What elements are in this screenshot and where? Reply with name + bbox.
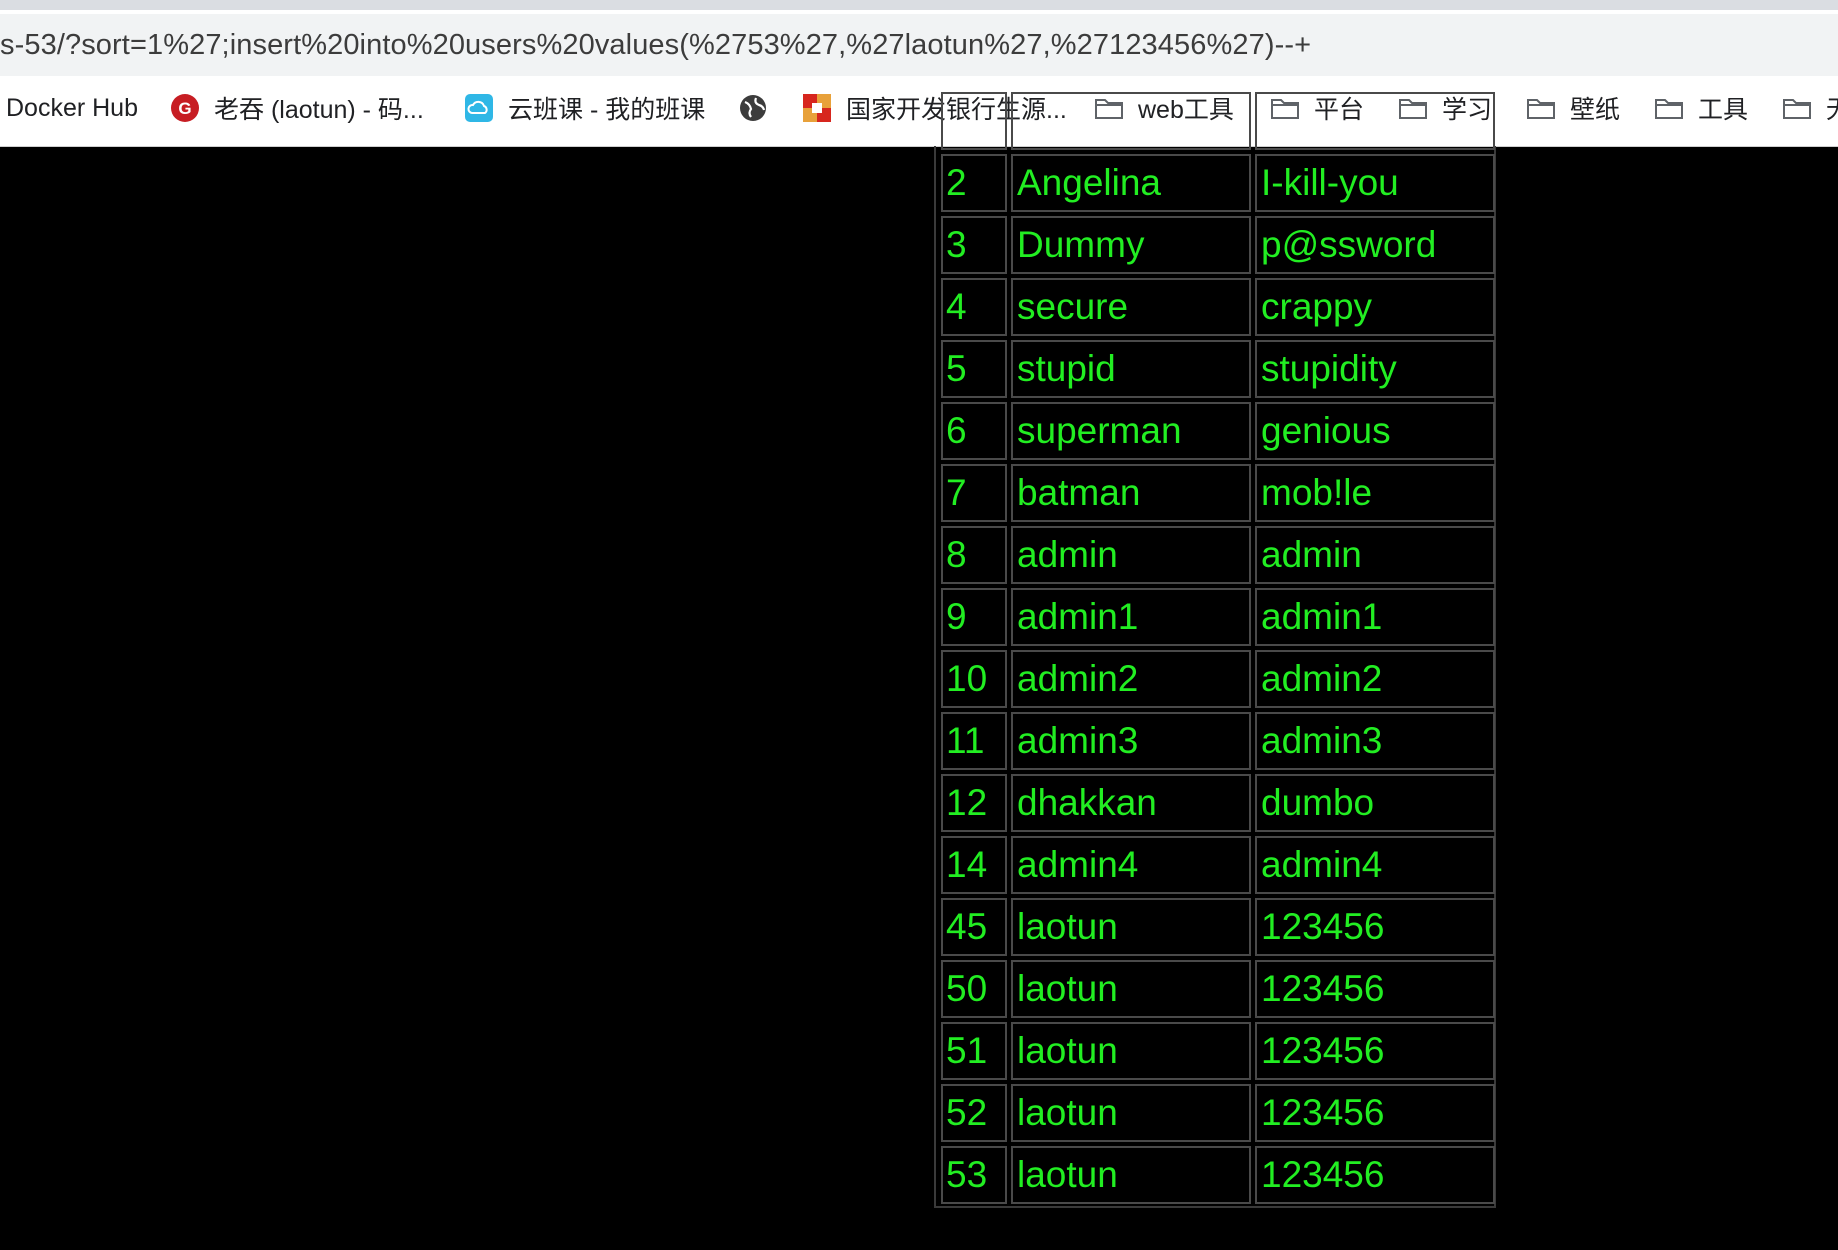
- cell-username: Angelina: [1011, 154, 1251, 212]
- cell-id: 3: [941, 216, 1007, 274]
- cell-password: admin4: [1255, 836, 1495, 894]
- cell-username: batman: [1011, 464, 1251, 522]
- bookmark-label: 无: [1826, 90, 1838, 126]
- bookmark-folder-wallpaper[interactable]: 壁纸: [1526, 86, 1620, 130]
- address-bar[interactable]: s-53/?sort=1%27;insert%20into%20users%20…: [0, 14, 1838, 76]
- address-url[interactable]: s-53/?sort=1%27;insert%20into%20users%20…: [0, 14, 1311, 76]
- globe-icon: [738, 93, 768, 123]
- cell-password: stupidity: [1255, 340, 1495, 398]
- cell-id: 4: [941, 278, 1007, 336]
- cell-password: mob!le: [1255, 464, 1495, 522]
- bookmark-label: 工具: [1698, 96, 1749, 124]
- cell-password: 123456: [1255, 1084, 1495, 1142]
- cell-id: 11: [941, 712, 1007, 770]
- cell-id: 50: [941, 960, 1007, 1018]
- tab-strip: [0, 0, 1838, 10]
- cell-username: laotun: [1011, 1146, 1251, 1204]
- cell-password: genious: [1255, 402, 1495, 460]
- cell-id: 2: [941, 154, 1007, 212]
- cell-id: 5: [941, 340, 1007, 398]
- bookmark-label: 壁纸: [1570, 96, 1621, 124]
- cell-id: 45: [941, 898, 1007, 956]
- bookmark-globe[interactable]: [738, 86, 782, 130]
- cell-clipped: [941, 92, 1007, 150]
- cell-clipped: [1011, 92, 1251, 150]
- cell-username: superman: [1011, 402, 1251, 460]
- cell-username: admin4: [1011, 836, 1251, 894]
- bookmark-label: 云班课 - 我的班课: [508, 96, 706, 124]
- users-table: 2 Angelina I-kill-you 3 Dummy p@ssword 4 secure…: [934, 92, 1496, 1208]
- bookmark-label: 老吞 (laotun) - 码...: [214, 96, 424, 124]
- cloud-icon: [464, 93, 494, 123]
- cell-id: 9: [941, 588, 1007, 646]
- cell-username: admin2: [1011, 650, 1251, 708]
- cell-password: crappy: [1255, 278, 1495, 336]
- cell-username: secure: [1011, 278, 1251, 336]
- cell-username: stupid: [1011, 340, 1251, 398]
- bookmark-folder-more[interactable]: 无: [1782, 86, 1838, 130]
- cell-id: 51: [941, 1022, 1007, 1080]
- folder-icon: [1654, 93, 1684, 123]
- browser-chrome: s-53/?sort=1%27;insert%20into%20users%20…: [0, 0, 1838, 147]
- cell-id: 7: [941, 464, 1007, 522]
- cell-username: admin: [1011, 526, 1251, 584]
- bookmark-yunbanke[interactable]: 云班课 - 我的班课: [464, 86, 705, 130]
- cell-username: admin1: [1011, 588, 1251, 646]
- cell-username: laotun: [1011, 1084, 1251, 1142]
- cell-id: 10: [941, 650, 1007, 708]
- cell-password: admin: [1255, 526, 1495, 584]
- cell-id: 53: [941, 1146, 1007, 1204]
- cell-id: 12: [941, 774, 1007, 832]
- cell-password: 123456: [1255, 1022, 1495, 1080]
- folder-icon: [1526, 93, 1556, 123]
- bookmark-docker-hub[interactable]: Docker Hub: [6, 86, 138, 130]
- cell-password: p@ssword: [1255, 216, 1495, 274]
- cell-password: admin2: [1255, 650, 1495, 708]
- cell-password: admin3: [1255, 712, 1495, 770]
- cell-password: 123456: [1255, 1146, 1495, 1204]
- cell-id: 8: [941, 526, 1007, 584]
- cell-username: dhakkan: [1011, 774, 1251, 832]
- cell-id: 52: [941, 1084, 1007, 1142]
- cell-clipped: [1255, 92, 1495, 150]
- cell-password: dumbo: [1255, 774, 1495, 832]
- bookmark-gitee[interactable]: G 老吞 (laotun) - 码...: [170, 86, 424, 130]
- bank-icon: [802, 93, 832, 123]
- cell-password: admin1: [1255, 588, 1495, 646]
- cell-username: laotun: [1011, 960, 1251, 1018]
- bookmark-folder-tools[interactable]: 工具: [1654, 86, 1748, 130]
- cell-password: 123456: [1255, 898, 1495, 956]
- cell-username: Dummy: [1011, 216, 1251, 274]
- cell-password: 123456: [1255, 960, 1495, 1018]
- cell-id: 6: [941, 402, 1007, 460]
- cell-id: 14: [941, 836, 1007, 894]
- cell-username: laotun: [1011, 1022, 1251, 1080]
- cell-password: I-kill-you: [1255, 154, 1495, 212]
- bookmark-label: Docker Hub: [6, 93, 138, 122]
- folder-icon: [1782, 93, 1812, 123]
- bookmarks-bar: Docker Hub G 老吞 (laotun) - 码... 云班课 - 我的…: [0, 86, 1838, 130]
- cell-username: admin3: [1011, 712, 1251, 770]
- gitee-icon: G: [170, 93, 200, 123]
- cell-username: laotun: [1011, 898, 1251, 956]
- svg-text:G: G: [178, 99, 191, 118]
